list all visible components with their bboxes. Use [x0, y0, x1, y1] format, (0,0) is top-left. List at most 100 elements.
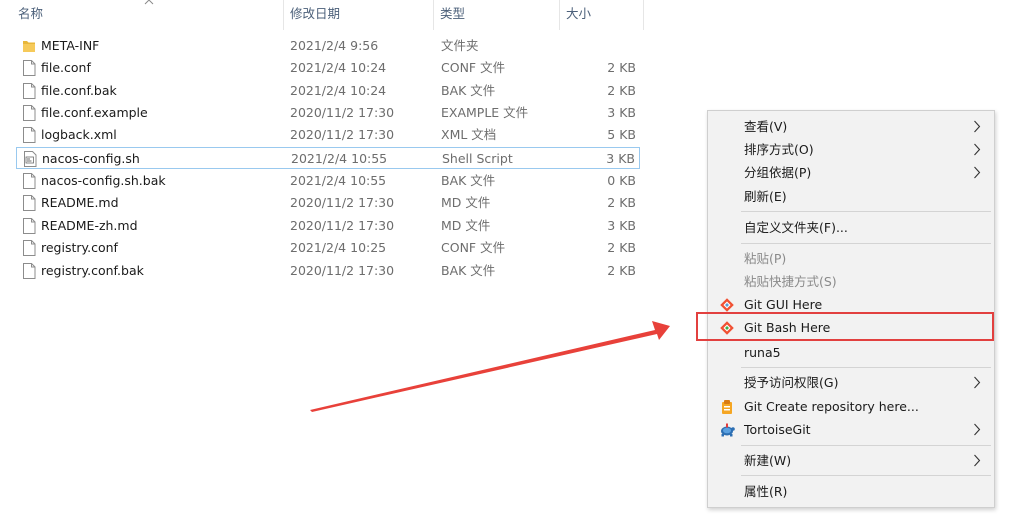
sort-ascending-icon: [144, 0, 154, 5]
menu-item-new[interactable]: 新建(W): [709, 449, 993, 472]
file-size: 3 KB: [607, 218, 636, 233]
menu-separator: [741, 367, 991, 368]
menu-item-sort[interactable]: 排序方式(O): [709, 138, 993, 161]
menu-separator: [741, 211, 991, 212]
header-separator[interactable]: [643, 0, 644, 30]
file-row[interactable]: file.conf.example 2020/11/2 17:30 EXAMPL…: [16, 102, 640, 124]
file-size: 2 KB: [607, 263, 636, 278]
chevron-right-icon: [974, 454, 981, 467]
shell-script-icon: [23, 151, 37, 167]
menu-item-label: 排序方式(O): [744, 142, 814, 157]
file-date: 2020/11/2 17:30: [290, 195, 395, 210]
file-icon: [22, 83, 36, 99]
menu-item-paste: 粘贴(P): [709, 247, 993, 270]
menu-item-label: 粘贴快捷方式(S): [744, 274, 837, 289]
file-icon: [22, 263, 36, 279]
chevron-right-icon: [974, 143, 981, 156]
file-row[interactable]: registry.conf 2021/2/4 10:25 CONF 文件 2 K…: [16, 237, 640, 259]
file-icon: [22, 195, 36, 211]
file-date: 2021/2/4 10:24: [290, 83, 387, 98]
menu-item-label: 授予访问权限(G): [744, 375, 839, 390]
file-size: 3 KB: [607, 105, 636, 120]
file-icon: [22, 105, 36, 121]
file-name: file.conf.example: [41, 105, 148, 120]
header-type[interactable]: 类型: [434, 0, 558, 30]
file-row[interactable]: logback.xml 2020/11/2 17:30 XML 文档 5 KB: [16, 124, 640, 146]
file-row[interactable]: README.md 2020/11/2 17:30 MD 文件 2 KB: [16, 192, 640, 214]
menu-item-label: 查看(V): [744, 119, 788, 134]
menu-item-customize-folder[interactable]: 自定义文件夹(F)...: [709, 216, 993, 239]
file-row[interactable]: README-zh.md 2020/11/2 17:30 MD 文件 3 KB: [16, 215, 640, 237]
menu-item-view[interactable]: 查看(V): [709, 115, 993, 138]
menu-separator: [741, 475, 991, 476]
file-type: MD 文件: [441, 218, 491, 233]
file-row[interactable]: file.conf 2021/2/4 10:24 CONF 文件 2 KB: [16, 57, 640, 79]
chevron-right-icon: [974, 376, 981, 389]
file-date: 2021/2/4 10:55: [290, 173, 387, 188]
file-name: nacos-config.sh: [42, 151, 140, 166]
file-name: nacos-config.sh.bak: [41, 173, 166, 188]
menu-item-grant-access[interactable]: 授予访问权限(G): [709, 371, 993, 394]
menu-item-label: 自定义文件夹(F)...: [744, 220, 848, 235]
file-icon: [22, 218, 36, 234]
file-type: Shell Script: [442, 151, 513, 166]
file-date: 2021/2/4 10:24: [290, 60, 387, 75]
file-row[interactable]: file.conf.bak 2021/2/4 10:24 BAK 文件 2 KB: [16, 80, 640, 102]
file-name: logback.xml: [41, 127, 117, 142]
file-row[interactable]: META-INF 2021/2/4 9:56 文件夹: [16, 35, 640, 57]
file-size: 2 KB: [607, 240, 636, 255]
menu-item-tortoisegit[interactable]: TortoiseGit: [709, 418, 993, 441]
file-type: XML 文档: [441, 127, 497, 142]
file-name: file.conf: [41, 60, 91, 75]
file-row[interactable]: registry.conf.bak 2020/11/2 17:30 BAK 文件…: [16, 260, 640, 282]
file-type: MD 文件: [441, 195, 491, 210]
file-icon: [22, 173, 36, 189]
file-type: BAK 文件: [441, 173, 496, 188]
git-gui-icon: [720, 298, 734, 312]
file-date: 2021/2/4 9:56: [290, 38, 379, 53]
file-name: README.md: [41, 195, 119, 210]
file-type: CONF 文件: [441, 240, 506, 255]
file-icon: [22, 240, 36, 256]
file-icon: [22, 127, 36, 143]
folder-icon: [22, 38, 36, 54]
file-size: 0 KB: [607, 173, 636, 188]
menu-item-label: 新建(W): [744, 453, 792, 468]
menu-item-label: 分组依据(P): [744, 165, 812, 180]
file-size: 2 KB: [607, 195, 636, 210]
chevron-right-icon: [974, 423, 981, 436]
menu-separator: [741, 445, 991, 446]
file-date: 2020/11/2 17:30: [290, 127, 395, 142]
menu-item-runa5[interactable]: runa5: [709, 341, 993, 364]
file-date: 2020/11/2 17:30: [290, 263, 395, 278]
menu-item-label: 粘贴(P): [744, 251, 787, 266]
annotation-highlight-box: [696, 312, 994, 341]
file-type: BAK 文件: [441, 83, 496, 98]
header-date[interactable]: 修改日期: [284, 0, 432, 30]
file-size: 2 KB: [607, 60, 636, 75]
file-name: registry.conf: [41, 240, 118, 255]
menu-item-label: Git Create repository here...: [744, 399, 919, 414]
file-type: CONF 文件: [441, 60, 506, 75]
column-header: 名称 修改日期 类型 大小: [0, 0, 645, 30]
menu-item-refresh[interactable]: 刷新(E): [709, 185, 993, 208]
chevron-right-icon: [974, 120, 981, 133]
menu-item-group[interactable]: 分组依据(P): [709, 161, 993, 184]
file-name: registry.conf.bak: [41, 263, 144, 278]
file-row-selected[interactable]: nacos-config.sh 2021/2/4 10:55 Shell Scr…: [16, 147, 640, 169]
menu-item-label: Git GUI Here: [744, 297, 823, 312]
menu-item-paste-shortcut: 粘贴快捷方式(S): [709, 270, 993, 293]
file-icon: [22, 60, 36, 76]
header-size[interactable]: 大小: [560, 0, 642, 30]
file-size: 5 KB: [607, 127, 636, 142]
file-type: 文件夹: [441, 38, 479, 53]
file-date: 2020/11/2 17:30: [290, 105, 395, 120]
file-row[interactable]: nacos-config.sh.bak 2021/2/4 10:55 BAK 文…: [16, 170, 640, 192]
chevron-right-icon: [974, 166, 981, 179]
menu-item-git-create-repo[interactable]: Git Create repository here...: [709, 395, 993, 418]
menu-item-label: runa5: [744, 345, 781, 360]
menu-item-properties[interactable]: 属性(R): [709, 480, 993, 503]
file-date: 2021/2/4 10:55: [291, 151, 388, 166]
file-type: EXAMPLE 文件: [441, 105, 529, 120]
menu-item-label: 属性(R): [744, 484, 788, 499]
